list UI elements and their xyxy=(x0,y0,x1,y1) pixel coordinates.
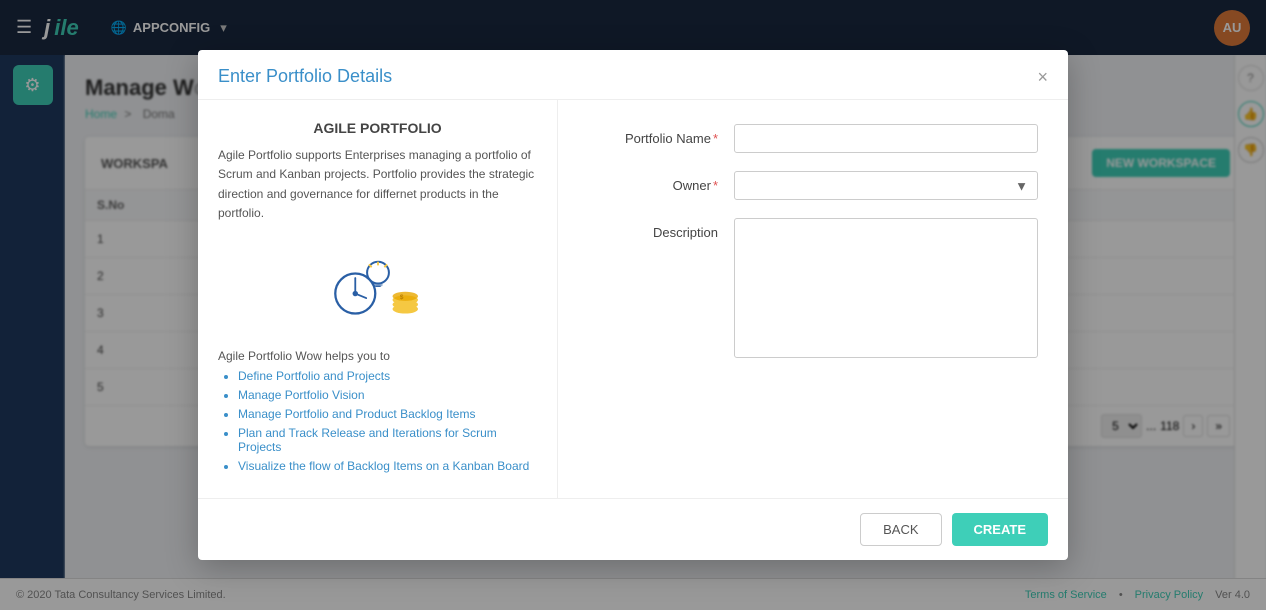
portfolio-illustration: $ xyxy=(328,249,428,329)
modal-body: AGILE PORTFOLIO Agile Portfolio supports… xyxy=(198,100,1068,498)
bullet-item: Visualize the flow of Backlog Items on a… xyxy=(238,459,537,473)
portfolio-name-label: Portfolio Name* xyxy=(588,124,718,146)
owner-required-marker: * xyxy=(713,178,718,193)
wow-title: Agile Portfolio Wow helps you to xyxy=(218,349,537,363)
owner-row: Owner* ▼ xyxy=(588,171,1038,200)
description-row: Description xyxy=(588,218,1038,358)
bullet-item: Manage Portfolio and Product Backlog Ite… xyxy=(238,407,537,421)
portfolio-type-title: AGILE PORTFOLIO xyxy=(313,120,441,136)
bullet-item: Plan and Track Release and Iterations fo… xyxy=(238,426,537,454)
modal-right-panel: Portfolio Name* Owner* ▼ xyxy=(558,100,1068,498)
create-button[interactable]: CREATE xyxy=(952,513,1048,546)
owner-select[interactable] xyxy=(734,171,1038,200)
modal-overlay: Enter Portfolio Details × AGILE PORTFOLI… xyxy=(0,0,1266,610)
modal-left-bullets: Agile Portfolio Wow helps you to Define … xyxy=(218,349,537,478)
bullet-item: Manage Portfolio Vision xyxy=(238,388,537,402)
svg-text:$: $ xyxy=(399,294,403,301)
portfolio-modal: Enter Portfolio Details × AGILE PORTFOLI… xyxy=(198,50,1068,560)
modal-header: Enter Portfolio Details × xyxy=(198,50,1068,100)
portfolio-name-input[interactable] xyxy=(734,124,1038,153)
back-button[interactable]: BACK xyxy=(860,513,941,546)
bullet-list: Define Portfolio and Projects Manage Port… xyxy=(218,369,537,473)
owner-label: Owner* xyxy=(588,171,718,193)
description-textarea[interactable] xyxy=(734,218,1038,358)
bullet-item: Define Portfolio and Projects xyxy=(238,369,537,383)
portfolio-description: Agile Portfolio supports Enterprises man… xyxy=(218,146,537,223)
modal-close-button[interactable]: × xyxy=(1037,68,1048,86)
modal-footer: BACK CREATE xyxy=(198,498,1068,560)
modal-left-panel: AGILE PORTFOLIO Agile Portfolio supports… xyxy=(198,100,558,498)
required-marker: * xyxy=(713,131,718,146)
modal-title: Enter Portfolio Details xyxy=(218,66,392,87)
description-label: Description xyxy=(588,218,718,240)
portfolio-name-row: Portfolio Name* xyxy=(588,124,1038,153)
owner-select-wrapper: ▼ xyxy=(734,171,1038,200)
